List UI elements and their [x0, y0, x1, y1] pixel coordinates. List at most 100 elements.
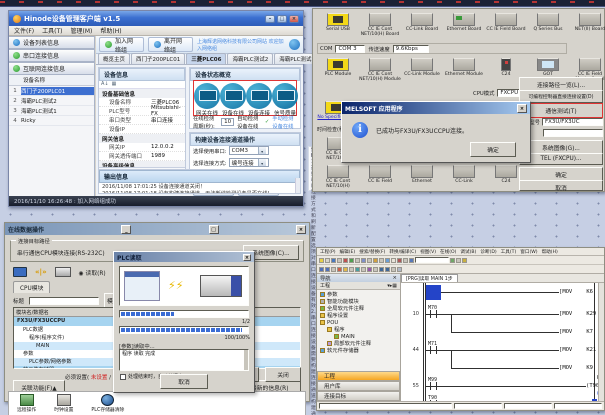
nav-button-project[interactable]: 工程 [317, 371, 400, 381]
gx-toolbar-2[interactable] [317, 265, 604, 274]
doc-tab-main[interactable]: [PRG]读取 MAIN 1步 [401, 274, 458, 282]
menu-manage[interactable]: 管理(M) [71, 26, 93, 35]
close-button[interactable]: × [289, 15, 299, 23]
selected-cell[interactable] [426, 285, 441, 300]
mode-select[interactable]: 编号连接▾ [229, 158, 269, 167]
log-scrollbar[interactable] [295, 178, 300, 193]
cpu-module-tab[interactable]: CPU模块 [13, 281, 50, 293]
plcif-c24[interactable]: C24 [485, 58, 527, 77]
online-close-icon[interactable]: × [296, 225, 306, 234]
menu-tool[interactable]: 工具(T) [501, 249, 517, 255]
menu-edit[interactable]: 编辑(E) [340, 249, 356, 255]
pcif-cciefield-board[interactable]: CC IE Field Board [485, 13, 527, 32]
online-titlebar[interactable]: 在线数据操作 _ □ × [5, 223, 309, 235]
company-link[interactable]: 上海辉诺网络科技有限公司网站 欢迎加入网络组 [197, 38, 285, 52]
nav-section-bar[interactable]: 工程▾▸▦ [317, 282, 400, 290]
device-row-1[interactable]: 1西门子200PLC01 [9, 86, 94, 96]
tree-parameter[interactable]: 参数 [320, 292, 400, 299]
auto-check-checkbox[interactable]: ✓ [265, 119, 269, 125]
menu-window[interactable]: 窗口(W) [520, 249, 537, 255]
col-module-name[interactable]: 模块名/数据名 [14, 309, 124, 316]
pcif-qbus[interactable]: Q Series Bus [527, 13, 569, 32]
sort-icon[interactable]: A↓ [101, 81, 109, 88]
device-row-2[interactable]: 2海霸PLC测试2 [9, 96, 94, 106]
tree-intelligent[interactable]: 智能功能模块 [320, 299, 400, 306]
tree-program-setting[interactable]: 程序设置 [320, 313, 400, 320]
com-value-field[interactable]: COM 3 [335, 45, 365, 53]
tree-device-memory[interactable]: 软元件存储器 [320, 348, 400, 355]
plcif-cclink-module[interactable]: CC-Link Module [401, 58, 443, 77]
nav-toolbar-icons[interactable]: ▾▸▦ [387, 283, 397, 289]
tree-main[interactable]: MAIN [320, 334, 400, 341]
net2-ccie[interactable]: CC IE Cont NET/10(H) [317, 165, 359, 189]
hinode-titlebar[interactable]: Hinode设备管理客户端 v1.5 – □ × [9, 11, 303, 26]
plc-read-close-icon[interactable]: × [243, 254, 251, 261]
menu-compile[interactable]: 转换/编译(C) [389, 249, 416, 255]
nav-button-connect[interactable]: 连接目标 [317, 391, 400, 401]
menu-tools[interactable]: 工具(T) [42, 26, 62, 35]
manual-check-link[interactable]: 手动检测设备在线 [272, 114, 297, 130]
plcif-plc-module[interactable]: PLC Module [317, 58, 359, 77]
radio-read[interactable]: ◉ 读取(R) [79, 268, 106, 277]
plcif-got[interactable]: GOT [527, 58, 569, 77]
menu-online[interactable]: 在线(O) [440, 249, 456, 255]
pcif-serial-usb[interactable]: Serial USB [317, 13, 359, 32]
sidebar-item-device-list[interactable]: 设备列表信息 [9, 36, 94, 49]
menu-help[interactable]: 帮助(H) [542, 249, 558, 255]
menu-file[interactable]: 文件(F) [14, 26, 34, 35]
tree-global-comment[interactable]: 全局软元件注释 [320, 306, 400, 313]
direct-connection-button[interactable]: 可编程控制器直接连接设置(D) [519, 90, 603, 103]
port-select[interactable]: COM3▾ [229, 146, 269, 155]
join-network-button[interactable]: 加入网络组 [99, 37, 144, 52]
pcif-cclink-board[interactable]: CC-Link Board [401, 13, 443, 32]
tree-program[interactable]: 程序 [320, 327, 400, 334]
tab-haiba2[interactable]: 海霸PLC测试2 [227, 53, 273, 64]
auto-close-checkbox[interactable] [120, 374, 126, 380]
maximize-button[interactable]: □ [277, 15, 287, 23]
menu-help[interactable]: 帮助(H) [100, 26, 121, 35]
contact-m70[interactable] [430, 310, 437, 318]
menu-project[interactable]: 工程(P) [320, 249, 336, 255]
device-row-3[interactable]: 3海霸PLC测试1 [9, 106, 94, 116]
menu-diagnostics[interactable]: 诊断(D) [480, 249, 496, 255]
contact-m71[interactable] [430, 346, 437, 354]
communication-test-button[interactable]: 通信测试(T) [519, 103, 603, 118]
contact-m99[interactable] [430, 382, 437, 390]
tree-local-comment[interactable]: 局部软元件注释 [320, 341, 400, 348]
pcif-ethernet-board[interactable]: Ethernet Board [443, 13, 485, 32]
help-icon[interactable] [289, 39, 300, 50]
ladder-canvas[interactable]: [MOVK6D80] 0 10 M70 [MOVK29D79] 0 [MOVK7… [401, 283, 597, 401]
melsoft-titlebar[interactable]: MELSOFT 应用程序× [342, 102, 530, 114]
plc-memory-clear-item[interactable]: PLC存储器清除 [91, 394, 124, 408]
pcif-ccie-board[interactable]: CC IE Cont NET/10(H) Board [359, 13, 401, 37]
tel-fxcpu-button[interactable]: TEL (FXCPU)... [519, 153, 603, 165]
clock-setting-item[interactable]: 时钟设置 [54, 394, 73, 408]
menu-find[interactable]: 搜索/替换(F) [359, 249, 385, 255]
net2-ethernet[interactable]: Ethernet [401, 165, 443, 184]
tree-pou[interactable]: POU [320, 320, 400, 327]
remote-operation-item[interactable]: 远程操作 [17, 394, 36, 408]
leave-network-button[interactable]: 离开网络组 [148, 37, 193, 52]
baud-value-field[interactable]: 9.6Kbps [393, 45, 429, 53]
plc-read-titlebar[interactable]: PLC读取× [114, 252, 254, 262]
net2-cclink[interactable]: CC-Link [443, 165, 485, 184]
check-period-field[interactable]: 10 [221, 118, 234, 126]
editor-vscrollbar[interactable] [598, 283, 604, 401]
net2-cciefield[interactable]: CC IE Field [359, 165, 401, 184]
plcif-ccie-module[interactable]: CC IE Cont NET/10(H) Module [359, 58, 401, 82]
nav-button-userlib[interactable]: 用户库 [317, 381, 400, 391]
sidebar-item-internet[interactable]: 互联网连接信息 [9, 62, 94, 75]
transfer-cancel-button[interactable]: 取消 [519, 180, 603, 191]
grid-icon[interactable]: ▦ [112, 81, 117, 88]
gx-toolbar-1[interactable] [317, 256, 604, 265]
menu-view[interactable]: 视图(V) [420, 249, 436, 255]
online-minimize-icon[interactable]: _ [121, 225, 131, 234]
pcif-net2-board[interactable]: NET(II) Board [569, 13, 605, 32]
tab-overview[interactable]: 概览主页 [98, 53, 130, 64]
tab-siemens[interactable]: 西门子200PLC01 [131, 53, 185, 64]
progress-log-scrollbar[interactable] [244, 350, 248, 370]
minimize-button[interactable]: – [265, 15, 275, 23]
sidebar-item-serial[interactable]: 串口连接信息 [9, 49, 94, 62]
tab-mitsubishi[interactable]: 三菱PLC06 [186, 53, 226, 64]
melsoft-close-icon[interactable]: × [517, 104, 527, 113]
